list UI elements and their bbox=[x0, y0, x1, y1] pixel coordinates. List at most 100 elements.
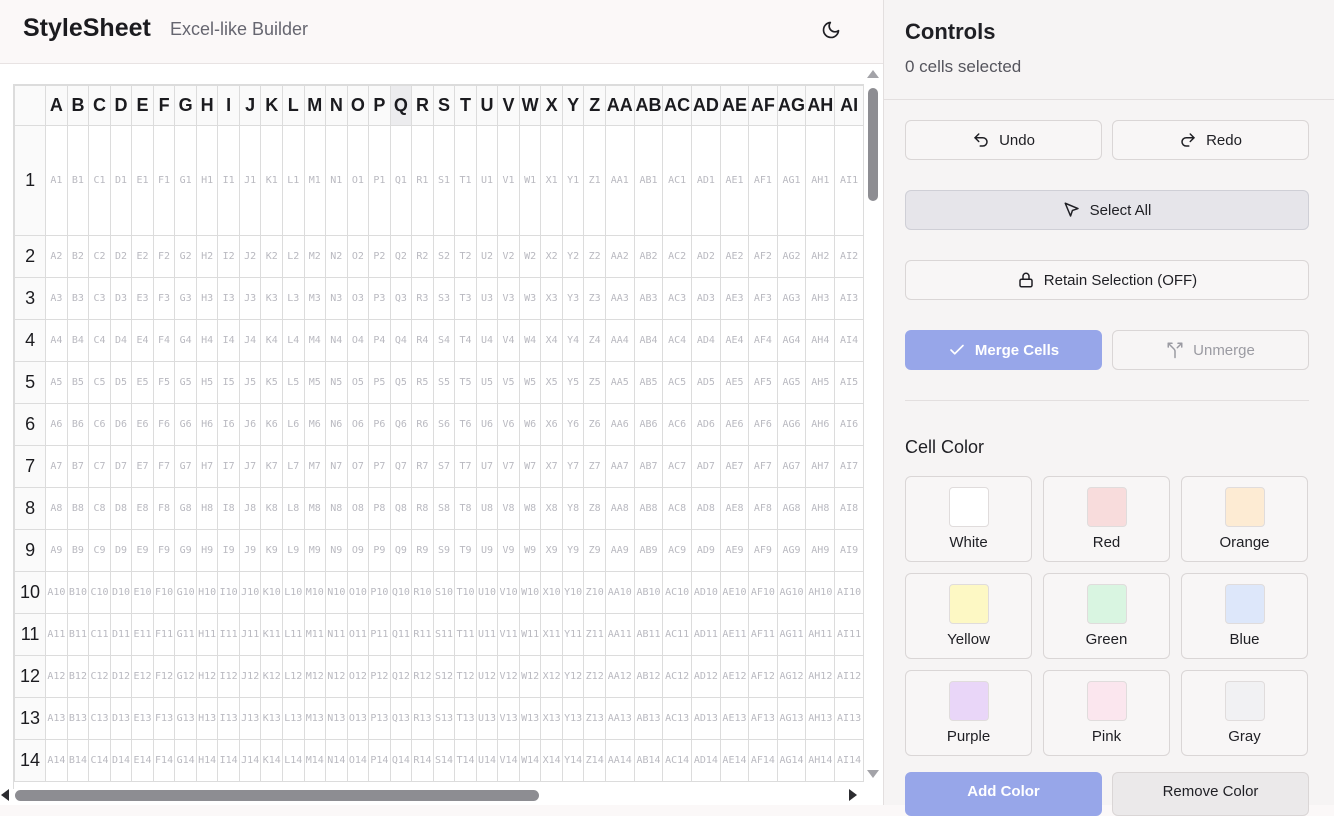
cell-af13[interactable]: AF13 bbox=[748, 697, 778, 740]
cell-x5[interactable]: X5 bbox=[540, 361, 563, 404]
cell-ai5[interactable]: AI5 bbox=[834, 361, 864, 404]
column-header-g[interactable]: G bbox=[174, 85, 197, 126]
cell-x1[interactable]: X1 bbox=[540, 125, 563, 236]
cell-w7[interactable]: W7 bbox=[518, 445, 542, 488]
cell-z12[interactable]: Z12 bbox=[583, 655, 606, 698]
cell-v13[interactable]: V13 bbox=[497, 697, 520, 740]
cell-g10[interactable]: G10 bbox=[174, 571, 197, 614]
cell-k10[interactable]: K10 bbox=[260, 571, 283, 614]
cell-af7[interactable]: AF7 bbox=[748, 445, 778, 488]
cell-aa7[interactable]: AA7 bbox=[604, 445, 635, 488]
cell-p5[interactable]: P5 bbox=[368, 361, 391, 404]
color-swatch-pink[interactable]: Pink bbox=[1043, 670, 1170, 756]
cell-n5[interactable]: N5 bbox=[325, 361, 348, 404]
cell-af9[interactable]: AF9 bbox=[748, 529, 778, 572]
cell-s5[interactable]: S5 bbox=[432, 361, 456, 404]
cell-c6[interactable]: C6 bbox=[88, 403, 111, 446]
cell-z3[interactable]: Z3 bbox=[583, 277, 606, 320]
cell-d3[interactable]: D3 bbox=[109, 277, 133, 320]
cell-ad9[interactable]: AD9 bbox=[691, 529, 721, 572]
cell-e10[interactable]: E10 bbox=[131, 571, 154, 614]
cell-j7[interactable]: J7 bbox=[238, 445, 262, 488]
cell-ag14[interactable]: AG14 bbox=[776, 739, 807, 782]
vertical-scrollbar[interactable] bbox=[866, 68, 880, 784]
cell-u5[interactable]: U5 bbox=[475, 361, 499, 404]
row-header-8[interactable]: 8 bbox=[14, 487, 47, 530]
cell-w4[interactable]: W4 bbox=[518, 319, 542, 362]
row-header-6[interactable]: 6 bbox=[14, 403, 47, 446]
cell-b7[interactable]: B7 bbox=[66, 445, 90, 488]
cell-j4[interactable]: J4 bbox=[238, 319, 262, 362]
cell-r13[interactable]: R13 bbox=[411, 697, 434, 740]
cell-ag12[interactable]: AG12 bbox=[776, 655, 807, 698]
cell-k12[interactable]: K12 bbox=[260, 655, 283, 698]
cell-i1[interactable]: I1 bbox=[217, 125, 240, 236]
cell-i5[interactable]: I5 bbox=[217, 361, 240, 404]
cell-n10[interactable]: N10 bbox=[325, 571, 348, 614]
cell-w3[interactable]: W3 bbox=[518, 277, 542, 320]
color-swatch-red[interactable]: Red bbox=[1043, 476, 1170, 562]
cell-m11[interactable]: M11 bbox=[303, 613, 327, 656]
cell-ac14[interactable]: AC14 bbox=[662, 739, 693, 782]
cell-j8[interactable]: J8 bbox=[238, 487, 262, 530]
cell-af2[interactable]: AF2 bbox=[748, 235, 778, 278]
cell-h1[interactable]: H1 bbox=[195, 125, 219, 236]
cell-x10[interactable]: X10 bbox=[540, 571, 563, 614]
cell-m13[interactable]: M13 bbox=[303, 697, 327, 740]
cell-ah11[interactable]: AH11 bbox=[805, 613, 836, 656]
cell-v12[interactable]: V12 bbox=[497, 655, 520, 698]
cell-x3[interactable]: X3 bbox=[540, 277, 563, 320]
cell-j9[interactable]: J9 bbox=[238, 529, 262, 572]
cell-r1[interactable]: R1 bbox=[411, 125, 434, 236]
cell-k14[interactable]: K14 bbox=[260, 739, 283, 782]
cell-t1[interactable]: T1 bbox=[454, 125, 477, 236]
cell-ah7[interactable]: AH7 bbox=[805, 445, 836, 488]
cell-u14[interactable]: U14 bbox=[475, 739, 499, 782]
cell-y2[interactable]: Y2 bbox=[561, 235, 585, 278]
cell-s13[interactable]: S13 bbox=[432, 697, 456, 740]
column-header-m[interactable]: M bbox=[303, 85, 327, 126]
cell-g6[interactable]: G6 bbox=[174, 403, 197, 446]
cell-l6[interactable]: L6 bbox=[281, 403, 305, 446]
cell-c8[interactable]: C8 bbox=[88, 487, 111, 530]
cell-aa3[interactable]: AA3 bbox=[604, 277, 635, 320]
cell-v14[interactable]: V14 bbox=[497, 739, 520, 782]
cell-y3[interactable]: Y3 bbox=[561, 277, 585, 320]
cell-ad4[interactable]: AD4 bbox=[691, 319, 721, 362]
cell-l13[interactable]: L13 bbox=[281, 697, 305, 740]
cell-ag5[interactable]: AG5 bbox=[776, 361, 807, 404]
cell-o14[interactable]: O14 bbox=[346, 739, 370, 782]
cell-u10[interactable]: U10 bbox=[475, 571, 499, 614]
cell-a12[interactable]: A12 bbox=[45, 655, 68, 698]
cell-ag11[interactable]: AG11 bbox=[776, 613, 807, 656]
cell-p3[interactable]: P3 bbox=[368, 277, 391, 320]
cell-ac12[interactable]: AC12 bbox=[662, 655, 693, 698]
cell-a4[interactable]: A4 bbox=[45, 319, 68, 362]
column-header-ai[interactable]: AI bbox=[834, 85, 864, 126]
cell-ae3[interactable]: AE3 bbox=[719, 277, 750, 320]
cell-f9[interactable]: F9 bbox=[152, 529, 176, 572]
cell-y6[interactable]: Y6 bbox=[561, 403, 585, 446]
cell-ac6[interactable]: AC6 bbox=[662, 403, 693, 446]
color-swatch-yellow[interactable]: Yellow bbox=[905, 573, 1032, 659]
cell-u9[interactable]: U9 bbox=[475, 529, 499, 572]
cell-e7[interactable]: E7 bbox=[131, 445, 154, 488]
remove-color-button[interactable]: Remove Color bbox=[1112, 772, 1309, 816]
cell-n2[interactable]: N2 bbox=[325, 235, 348, 278]
cell-f4[interactable]: F4 bbox=[152, 319, 176, 362]
cell-a6[interactable]: A6 bbox=[45, 403, 68, 446]
cell-x6[interactable]: X6 bbox=[540, 403, 563, 446]
cell-x11[interactable]: X11 bbox=[540, 613, 563, 656]
cell-ab8[interactable]: AB8 bbox=[633, 487, 664, 530]
cell-ab14[interactable]: AB14 bbox=[633, 739, 664, 782]
cell-o12[interactable]: O12 bbox=[346, 655, 370, 698]
cell-x13[interactable]: X13 bbox=[540, 697, 563, 740]
cell-v1[interactable]: V1 bbox=[497, 125, 520, 236]
cell-g2[interactable]: G2 bbox=[174, 235, 197, 278]
cell-y10[interactable]: Y10 bbox=[561, 571, 585, 614]
cell-o13[interactable]: O13 bbox=[346, 697, 370, 740]
cell-t8[interactable]: T8 bbox=[454, 487, 477, 530]
column-header-k[interactable]: K bbox=[260, 85, 283, 126]
cell-p11[interactable]: P11 bbox=[368, 613, 391, 656]
column-header-y[interactable]: Y bbox=[561, 85, 585, 126]
